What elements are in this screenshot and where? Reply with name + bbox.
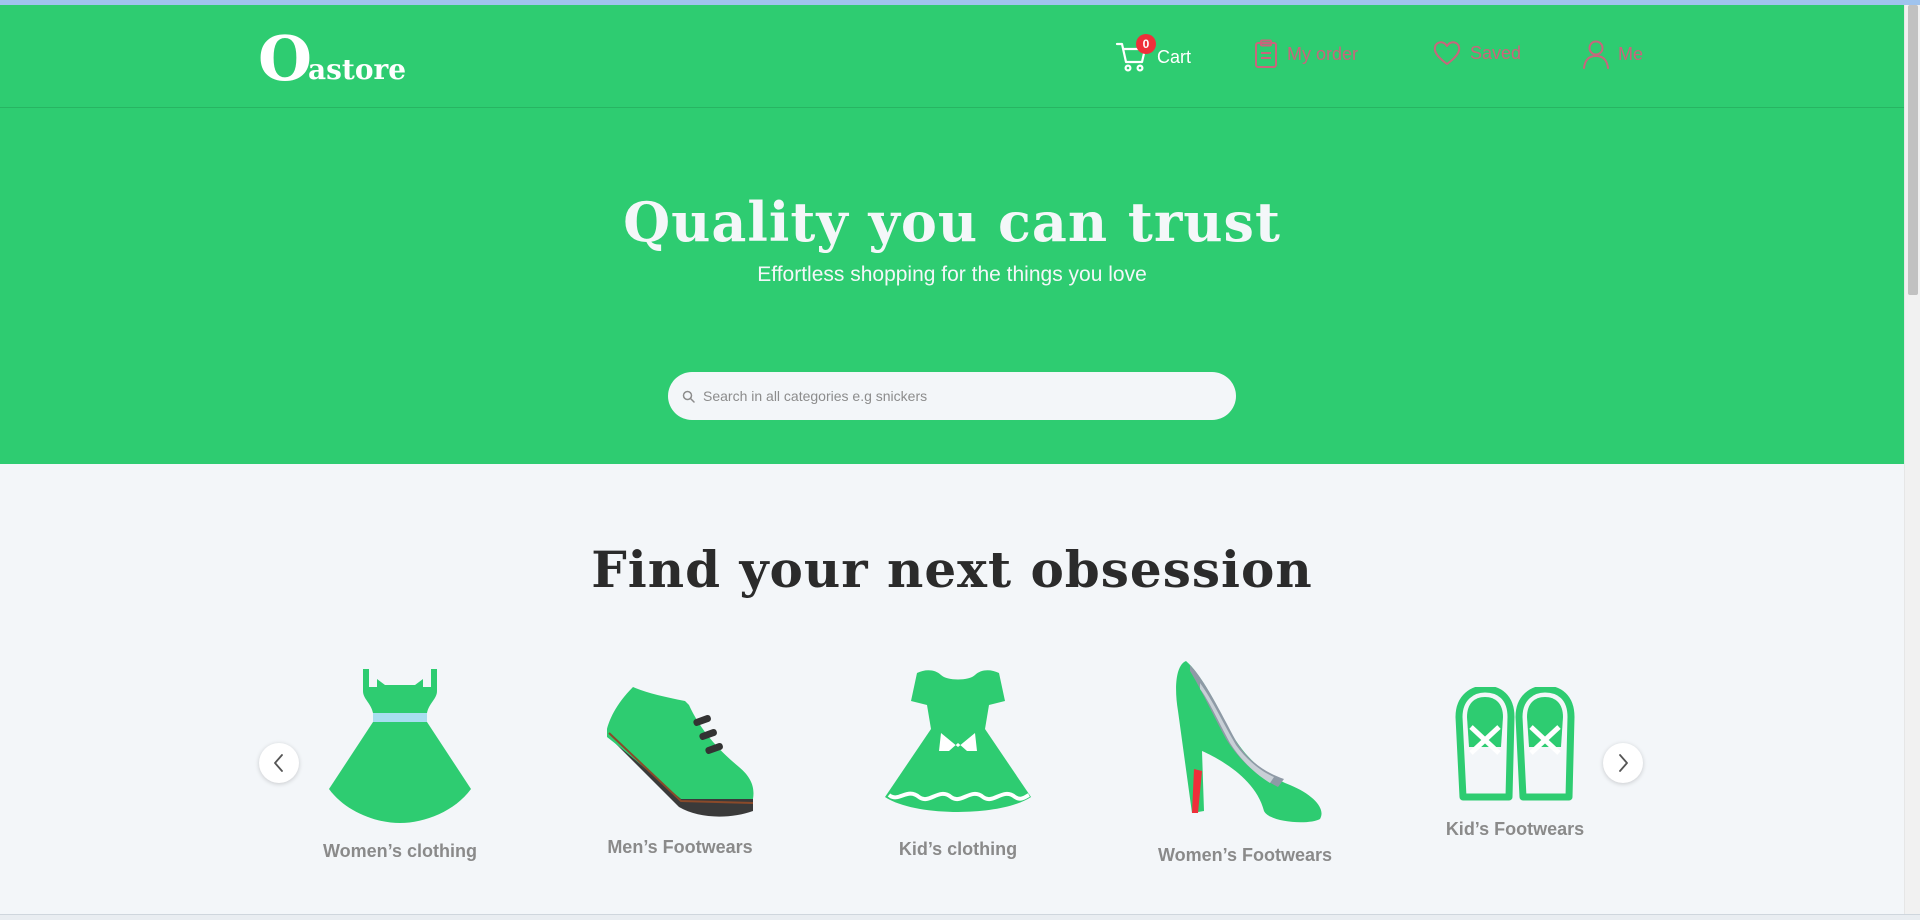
category-label: Women’s clothing — [322, 841, 477, 861]
categories-title: Find your next obsession — [591, 540, 1313, 599]
carousel-prev-button[interactable] — [259, 743, 299, 783]
search-input[interactable] — [703, 388, 1203, 404]
hero-subtitle: Effortless shopping for the things you l… — [757, 263, 1147, 286]
category-label: Men’s Footwears — [607, 837, 753, 857]
hero-title: Quality you can trust — [623, 190, 1281, 254]
nav-cart-label: Cart — [1157, 46, 1192, 67]
category-kids-clothing[interactable]: Kid’s clothing — [858, 667, 1058, 860]
nav-me[interactable]: Me — [1582, 39, 1643, 69]
high-heel-icon — [1176, 661, 1322, 823]
nav-me-label: Me — [1618, 43, 1644, 64]
cart-icon-wrap: 0 — [1115, 34, 1156, 75]
page-scrollbar[interactable] — [1904, 5, 1920, 915]
nav-my-order[interactable]: My order — [1253, 39, 1358, 69]
mens-shoe-icon — [607, 687, 754, 817]
category-womens-footwears[interactable]: Women’s Footwears — [1140, 659, 1350, 866]
heart-icon — [1433, 41, 1461, 65]
category-label: Women’s Footwears — [1157, 845, 1333, 865]
user-icon — [1583, 40, 1609, 69]
chevron-left-icon — [274, 754, 283, 772]
cart-count-badge: 0 — [1136, 34, 1156, 54]
logo-mark: O — [258, 22, 312, 95]
kids-shoes-icon — [1455, 687, 1575, 801]
carousel-next-button[interactable] — [1603, 743, 1643, 783]
logo-text: astore — [308, 53, 407, 86]
search-bar[interactable] — [668, 372, 1236, 420]
clipboard-icon — [1255, 39, 1277, 68]
chevron-right-icon — [1619, 754, 1628, 772]
site-logo[interactable]: O astore — [258, 22, 407, 95]
nav-saved-label: Saved — [1470, 42, 1522, 63]
nav-my-order-label: My order — [1287, 43, 1359, 64]
category-label: Kid’s Footwears — [1445, 819, 1585, 839]
nav-saved[interactable]: Saved — [1432, 39, 1521, 67]
category-label: Kid’s clothing — [898, 839, 1018, 859]
page: O astore 0 Cart My order Saved Me Qualit… — [0, 5, 1904, 915]
scrollbar-thumb[interactable] — [1908, 5, 1918, 295]
dress-icon — [329, 669, 471, 823]
category-kids-footwears[interactable]: Kid’s Footwears — [1415, 687, 1615, 840]
site-header: O astore 0 Cart My order Saved Me — [0, 5, 1904, 108]
nav-cart[interactable]: 0 Cart — [1115, 34, 1192, 75]
category-mens-footwears[interactable]: Men’s Footwears — [580, 681, 780, 858]
category-womens-clothing[interactable]: Women’s clothing — [300, 665, 500, 862]
window-bottom-edge — [0, 914, 1920, 920]
hero-banner: Quality you can trust Effortless shoppin… — [0, 108, 1904, 464]
kids-dress-icon — [885, 670, 1031, 812]
search-icon — [682, 390, 695, 403]
